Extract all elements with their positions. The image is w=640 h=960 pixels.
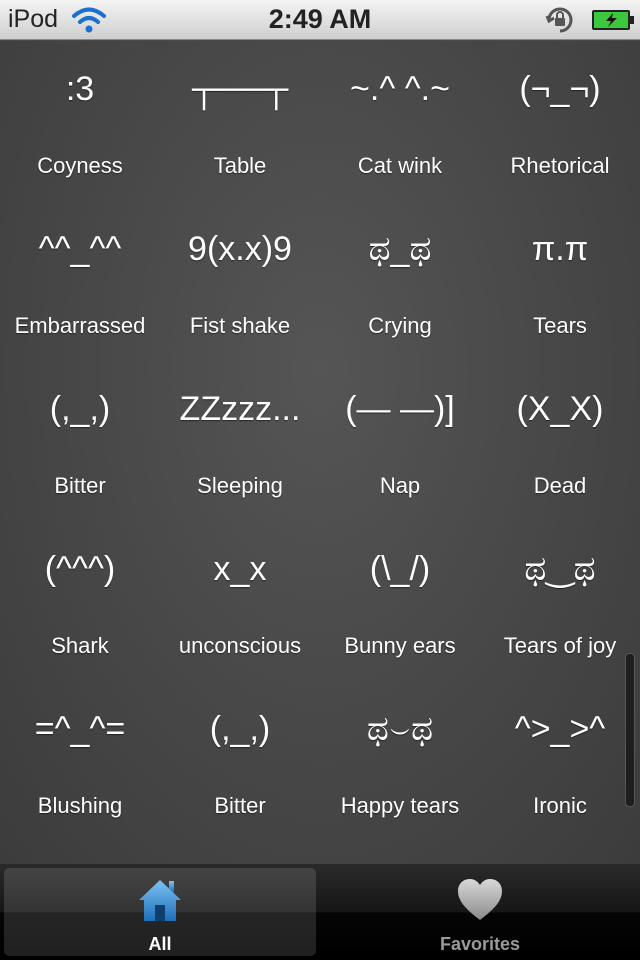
emoticon-text: :3 — [65, 70, 95, 108]
emoticon-label: Tears — [533, 313, 587, 338]
emoticon-label: Table — [213, 153, 267, 178]
emoticon-cell-tears[interactable]: π.π Tears — [480, 201, 640, 361]
emoticon-cell-table[interactable]: ┬──┬ Table — [160, 41, 320, 201]
emoticon-label: Blushing — [37, 793, 123, 818]
emoticon-label: Fist shake — [189, 313, 291, 338]
emoticon-label: Bunny ears — [344, 633, 456, 658]
emoticon-text: ~.^ ^.~ — [350, 70, 450, 108]
emoticon-cell-bitter-2[interactable]: (,_,) Bitter — [160, 681, 320, 841]
heart-icon — [458, 879, 502, 920]
emoticon-text: (,_,) — [209, 710, 271, 748]
emoticon-text: (¬_¬) — [519, 70, 601, 108]
home-icon — [139, 880, 181, 921]
emoticon-label: Embarrassed — [14, 313, 146, 338]
emoticon-list[interactable]: :3 Coyness ┬──┬ Table ~.^ ^.~ Cat wink (… — [0, 41, 640, 864]
vertical-scrollbar[interactable] — [625, 653, 635, 807]
emoticon-text: 9(x.x)9 — [188, 230, 292, 268]
emoticon-cell-bitter[interactable]: (,_,) Bitter — [0, 361, 160, 521]
emoticon-cell-ironic[interactable]: ^>_>^ Ironic — [480, 681, 640, 841]
emoticon-label: Ironic — [533, 793, 587, 818]
emoticon-text: (X_X) — [516, 390, 604, 428]
emoticon-label: Cat wink — [357, 153, 443, 178]
emoticon-label: Bitter — [54, 473, 106, 498]
emoticon-text: ^>_>^ — [514, 710, 606, 748]
emoticon-text: ಥ_ಥ — [368, 230, 432, 268]
emoticon-cell-rhetorical[interactable]: (¬_¬) Rhetorical — [480, 41, 640, 201]
emoticon-text: ^^_^^ — [38, 230, 122, 268]
emoticon-label: unconscious — [178, 633, 302, 658]
emoticon-text: π.π — [531, 230, 589, 268]
emoticon-text: (,_,) — [49, 390, 111, 428]
emoticon-cell-fist-shake[interactable]: 9(x.x)9 Fist shake — [160, 201, 320, 361]
emoticon-text: ಥ‿ಥ — [524, 550, 596, 588]
emoticon-cell-crying[interactable]: ಥ_ಥ Crying — [320, 201, 480, 361]
emoticon-cell-coyness[interactable]: :3 Coyness — [0, 41, 160, 201]
emoticon-label: Rhetorical — [510, 153, 610, 178]
emoticon-text: (— —)] — [345, 390, 455, 428]
emoticon-cell-embarrassed[interactable]: ^^_^^ Embarrassed — [0, 201, 160, 361]
emoticon-text: (\_/) — [369, 550, 431, 588]
emoticon-grid: :3 Coyness ┬──┬ Table ~.^ ^.~ Cat wink (… — [0, 41, 640, 841]
emoticon-text: x_x — [213, 550, 267, 588]
emoticon-label: Dead — [533, 473, 587, 498]
emoticon-label: Sleeping — [197, 473, 283, 498]
emoticon-cell-shark[interactable]: (^^^) Shark — [0, 521, 160, 681]
battery-icon — [592, 10, 634, 30]
emoticon-text: ┬──┬ — [191, 70, 289, 108]
emoticon-label: Bitter — [214, 793, 266, 818]
rotation-lock-icon — [545, 7, 573, 33]
status-bar: iPod 2:49 AM — [0, 0, 640, 40]
emoticon-label: Coyness — [37, 153, 123, 178]
emoticon-text: ಥ⌣ಥ — [366, 710, 434, 748]
tab-favorites[interactable]: Favorites — [324, 868, 636, 956]
emoticon-cell-tears-of-joy[interactable]: ಥ‿ಥ Tears of joy — [480, 521, 640, 681]
emoticon-label: Tears of joy — [503, 633, 617, 658]
emoticon-cell-unconscious[interactable]: x_x unconscious — [160, 521, 320, 681]
tab-all[interactable]: All — [4, 868, 316, 956]
emoticon-cell-nap[interactable]: (— —)] Nap — [320, 361, 480, 521]
emoticon-cell-happy-tears[interactable]: ಥ⌣ಥ Happy tears — [320, 681, 480, 841]
emoticon-label: Nap — [379, 473, 421, 498]
emoticon-cell-sleeping[interactable]: ZZzzz... Sleeping — [160, 361, 320, 521]
emoticon-label: Crying — [368, 313, 432, 338]
emoticon-text: =^_^= — [34, 710, 126, 748]
emoticon-cell-dead[interactable]: (X_X) Dead — [480, 361, 640, 521]
emoticon-text: (^^^) — [44, 550, 116, 588]
emoticon-text: ZZzzz... — [179, 390, 301, 428]
tab-favorites-label: Favorites — [439, 934, 521, 954]
tab-bar: All Favorites — [0, 864, 640, 960]
emoticon-cell-blushing[interactable]: =^_^= Blushing — [0, 681, 160, 841]
emoticon-cell-bunny-ears[interactable]: (\_/) Bunny ears — [320, 521, 480, 681]
emoticon-label: Shark — [51, 633, 109, 658]
tab-all-label: All — [148, 934, 172, 954]
emoticon-label: Happy tears — [340, 793, 460, 818]
emoticon-cell-cat-wink[interactable]: ~.^ ^.~ Cat wink — [320, 41, 480, 201]
